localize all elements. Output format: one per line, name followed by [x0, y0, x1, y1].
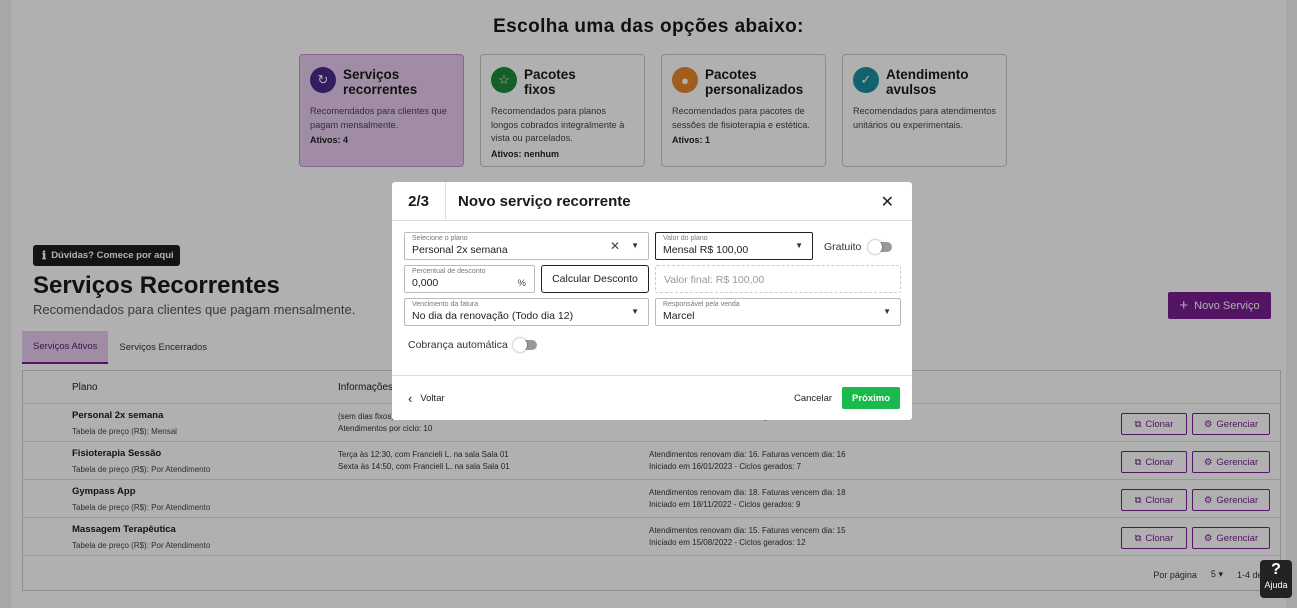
seller-label: Responsável pela venda — [663, 301, 740, 308]
free-label: Gratuito — [824, 241, 862, 253]
final-value-field: Valor final: R$ 100,00 — [655, 265, 901, 293]
chevron-left-icon: ‹ — [408, 391, 413, 406]
plan-value-label: Valor do plano — [663, 235, 708, 242]
seller-select[interactable]: Responsável pela venda Marcel ▼ — [655, 298, 901, 326]
free-toggle[interactable] — [868, 240, 892, 254]
chevron-down-icon: ▼ — [631, 307, 639, 316]
discount-label: Percentual de desconto — [412, 268, 486, 275]
modal-header: 2/3 Novo serviço recorrente ✕ — [392, 182, 912, 221]
due-date-label: Vencimento da fatura — [412, 301, 479, 308]
modal-footer: ‹ Voltar Cancelar Próximo — [392, 375, 912, 420]
chevron-down-icon: ▼ — [883, 307, 891, 316]
plan-select-label: Selecione o plano — [412, 235, 468, 242]
help-button[interactable]: ? Ajuda — [1260, 560, 1292, 598]
close-icon[interactable]: ✕ — [881, 192, 894, 212]
plan-value-value: Mensal R$ 100,00 — [663, 244, 749, 256]
due-date-select[interactable]: Vencimento da fatura No dia da renovação… — [404, 298, 649, 326]
back-label: Voltar — [420, 393, 445, 404]
discount-value: 0,000 — [412, 277, 439, 289]
seller-value: Marcel — [663, 310, 695, 322]
cancel-button[interactable]: Cancelar — [794, 393, 832, 404]
question-icon: ? — [1271, 561, 1281, 578]
percent-suffix: % — [517, 278, 526, 289]
plan-select-value: Personal 2x semana — [412, 244, 508, 256]
chevron-down-icon: ▼ — [795, 241, 803, 250]
help-label: Ajuda — [1264, 580, 1288, 590]
auto-charge-toggle[interactable] — [513, 338, 537, 352]
next-button[interactable]: Próximo — [842, 387, 900, 409]
clear-icon[interactable]: ✕ — [610, 239, 620, 253]
step-indicator: 2/3 — [392, 182, 446, 221]
back-button[interactable]: ‹ Voltar — [408, 391, 445, 406]
chevron-down-icon: ▼ — [631, 241, 639, 250]
calculate-discount-button[interactable]: Calcular Desconto — [541, 265, 649, 293]
auto-charge-label: Cobrança automática — [408, 339, 508, 351]
due-date-value: No dia da renovação (Todo dia 12) — [412, 310, 574, 322]
plan-value-select[interactable]: Valor do plano Mensal R$ 100,00 ▼ — [655, 232, 813, 260]
final-value: Valor final: R$ 100,00 — [664, 274, 765, 286]
discount-input[interactable]: Percentual de desconto 0,000 % — [404, 265, 535, 293]
modal-title: Novo serviço recorrente — [458, 193, 631, 210]
new-service-modal: 2/3 Novo serviço recorrente ✕ Selecione … — [392, 182, 912, 420]
plan-select[interactable]: Selecione o plano Personal 2x semana ✕ ▼ — [404, 232, 649, 260]
